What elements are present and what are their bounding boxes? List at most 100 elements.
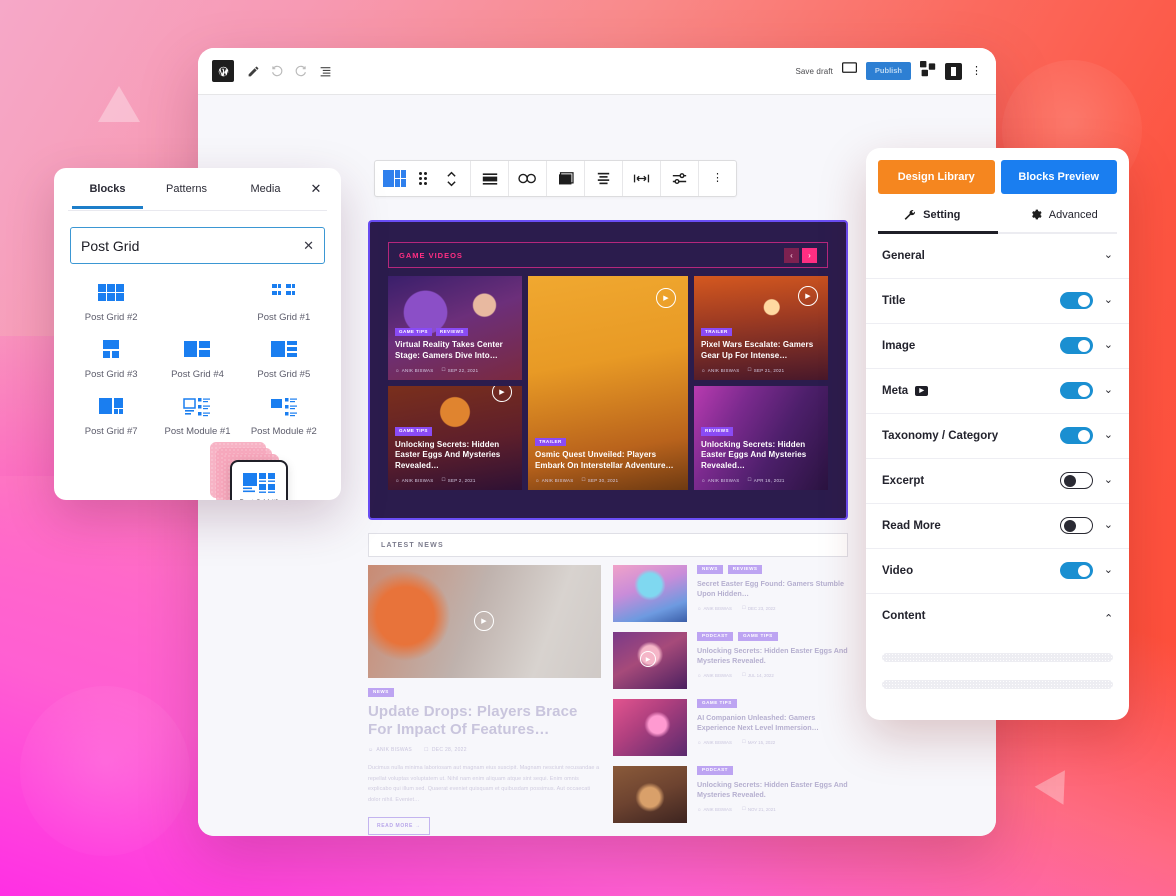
toggle-meta[interactable] [1059,382,1093,399]
list-item[interactable]: NEWS REVIEWS Secret Easter Egg Found: Ga… [613,565,848,622]
toggle-excerpt[interactable] [1059,472,1093,489]
list-item[interactable]: ▶ PODCAST GAME TIPS Unlocking Secrets: H… [613,632,848,689]
settings-tab-underline [878,231,1117,234]
play-icon[interactable]: ▶ [656,288,676,308]
play-icon[interactable]: ▶ [640,651,656,667]
play-icon[interactable]: ▶ [798,286,818,306]
card-tags: GAME TIPS REVIEWS [395,327,515,337]
tab-media[interactable]: Media [226,171,305,208]
save-draft-button[interactable]: Save draft [795,67,832,76]
clear-search-icon[interactable]: ✕ [297,238,314,254]
chevron-down-icon[interactable]: ⌄ [1104,430,1113,441]
publish-button[interactable]: Publish [865,62,911,80]
card-title: Pixel Wars Escalate: Gamers Gear Up For … [701,340,814,361]
post-grid-5-icon [270,340,297,357]
list-view-icon[interactable] [314,60,336,82]
block-item-post-module-2[interactable]: Post Module #2 [241,396,327,439]
setting-row-taxonomy[interactable]: Taxonomy / Category ⌄ [866,414,1129,459]
block-item-post-grid-7[interactable]: Post Grid #7 [68,396,154,439]
chevron-down-icon[interactable]: ⌄ [1104,475,1113,486]
tab-advanced[interactable]: Advanced [998,208,1130,232]
carousel-next-icon[interactable]: › [802,247,817,263]
settings-grid-icon[interactable] [920,60,936,82]
toggle-video[interactable] [1059,562,1093,579]
wordpress-logo-icon[interactable] [212,60,234,82]
chevron-up-icon[interactable]: ⌄ [1104,611,1113,623]
redo-icon[interactable] [290,60,312,82]
card-date: ☐ SEP 22, 2021 [441,367,479,373]
sidebar-toggle-icon[interactable] [945,62,962,80]
game-videos-block-preview[interactable]: GAME VIDEOS ‹ › GAME TIPS REVIEWS Virtua… [368,220,848,520]
design-library-button[interactable]: Design Library [878,160,995,194]
block-item-post-grid-1[interactable]: Post Grid #1 [241,282,327,325]
toggle-image[interactable] [1059,337,1093,354]
video-card[interactable]: REVIEWS Unlocking Secrets: Hidden Easter… [694,386,828,490]
read-more-button[interactable]: READ MORE → [368,817,430,836]
setting-row-content[interactable]: Content ⌄ [866,594,1129,639]
list-item[interactable]: GAME TIPS AI Companion Unleashed: Gamers… [613,699,848,756]
block-item-post-grid-6[interactable]: Post Grid #6 [154,282,240,325]
undo-icon[interactable] [266,60,288,82]
setting-label: Content [882,610,926,622]
blocks-preview-button[interactable]: Blocks Preview [1000,160,1117,194]
block-item-post-grid-5[interactable]: Post Grid #5 [241,339,327,382]
edit-pencil-icon[interactable] [242,60,264,82]
settings-top-buttons: Design Library Blocks Preview [866,148,1129,194]
play-icon[interactable]: ▶ [474,611,494,631]
setting-row-title[interactable]: Title ⌄ [866,279,1129,324]
tab-setting[interactable]: Setting [866,208,998,232]
setting-row-video[interactable]: Video ⌄ [866,549,1129,594]
dragged-block-card[interactable]: Post Grid #6 [230,460,288,500]
carousel-prev-icon[interactable]: ‹ [784,247,799,263]
setting-row-image[interactable]: Image ⌄ [866,324,1129,369]
tab-advanced-label: Advanced [1048,208,1098,221]
chevron-down-icon[interactable]: ⌄ [1104,340,1113,351]
link-icon[interactable] [513,161,542,196]
list-item[interactable]: PODCAST Unlocking Secrets: Hidden Easter… [613,766,848,823]
setting-row-excerpt[interactable]: Excerpt ⌄ [866,459,1129,504]
chevron-down-icon[interactable]: ⌄ [1104,295,1113,306]
video-card[interactable]: ▶ TRAILER Osmic Quest Unveiled: Players … [528,276,688,490]
post-grid-block-icon[interactable] [379,161,408,196]
chevron-down-icon[interactable]: ⌄ [1104,565,1113,576]
card-meta: ☺ ANIK BISWAS ☐ SEP 30, 2021 [535,477,681,483]
setting-row-meta[interactable]: Meta ▶ ⌄ [866,369,1129,414]
chevron-down-icon[interactable]: ⌄ [1104,520,1113,531]
list-item-title: AI Companion Unleashed: Gamers Experienc… [697,712,819,733]
block-item-post-grid-4[interactable]: Post Grid #4 [154,339,240,382]
block-more-options-icon[interactable]: ⋮ [703,161,732,196]
toggle-title[interactable] [1059,292,1093,309]
list-item-thumbnail [613,699,687,756]
block-item-post-grid-2[interactable]: Post Grid #2 [68,282,154,325]
drag-handle-icon[interactable] [408,161,437,196]
video-card[interactable]: ▶ GAME TIPS Unlocking Secrets: Hidden Ea… [388,386,522,490]
tab-blocks[interactable]: Blocks [68,171,147,209]
setting-label: Video [882,564,914,577]
latest-news-featured[interactable]: ▶ NEWS Update Drops: Players Brace For I… [368,565,601,836]
align-block-icon[interactable] [475,161,504,196]
move-up-down-icon[interactable] [437,161,466,196]
chevron-down-icon[interactable]: ⌄ [1104,385,1113,396]
video-card[interactable]: GAME TIPS REVIEWS Virtual Reality Takes … [388,276,522,380]
align-text-icon[interactable] [589,161,618,196]
image-icon[interactable] [551,161,580,196]
tab-patterns[interactable]: Patterns [147,171,226,208]
card-date: ☐ SEP 30, 2021 [581,477,619,483]
setting-row-read-more[interactable]: Read More ⌄ [866,504,1129,549]
preview-monitor-icon[interactable] [841,62,857,80]
list-item-date: ☐ JUL 14, 2022 [741,672,774,678]
toggle-taxonomy[interactable] [1059,427,1093,444]
settings-sliders-icon[interactable] [665,161,694,196]
tag: GAME TIPS [395,427,432,436]
toggle-read-more[interactable] [1059,517,1093,534]
block-item-post-module-1[interactable]: Post Module #1 [154,396,240,439]
block-search-field[interactable]: ✕ [70,227,325,264]
setting-row-general[interactable]: General ⌄ [866,234,1129,279]
more-options-icon[interactable]: ⋮ [971,65,982,77]
block-item-post-grid-3[interactable]: Post Grid #3 [68,339,154,382]
video-card[interactable]: ▶ TRAILER Pixel Wars Escalate: Gamers Ge… [694,276,828,380]
close-icon[interactable]: ✕ [305,181,327,197]
full-width-icon[interactable] [627,161,656,196]
search-input[interactable] [81,237,298,254]
chevron-down-icon[interactable]: ⌄ [1104,250,1113,261]
